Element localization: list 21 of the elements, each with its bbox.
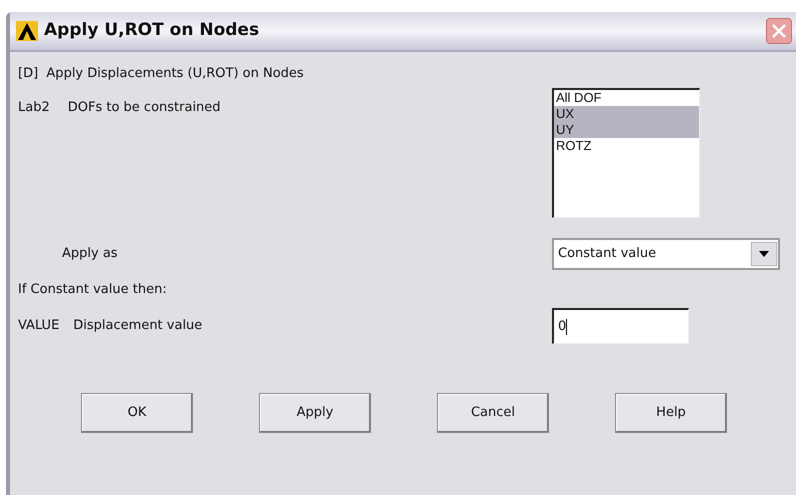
- value-input-field[interactable]: 0: [552, 308, 689, 344]
- close-icon: [771, 23, 787, 39]
- dof-listbox[interactable]: All DOF UX UY ROTZ: [552, 88, 700, 218]
- close-button[interactable]: [766, 18, 792, 44]
- field-code: VALUE: [18, 317, 60, 336]
- window-title: Apply U,ROT on Nodes: [44, 19, 260, 42]
- list-option[interactable]: UX: [554, 106, 699, 122]
- logo-icon: [16, 21, 38, 41]
- condition-note: If Constant value then:: [18, 281, 167, 300]
- apply-as-dropdown[interactable]: Constant value: [552, 238, 780, 270]
- dialog-button[interactable]: Help: [615, 393, 727, 433]
- field-code: Lab2: [18, 99, 50, 117]
- dialog-button[interactable]: Apply: [259, 393, 371, 433]
- field-label: Displacement value: [73, 317, 202, 336]
- dialog-button[interactable]: OK: [81, 393, 193, 433]
- field-label: DOFs to be constrained: [68, 99, 221, 117]
- dialog-button[interactable]: Cancel: [437, 393, 549, 433]
- field-label: Apply as: [62, 246, 118, 262]
- dialog-heading: [D] Apply Displacements (U,ROT) on Nodes: [18, 65, 304, 84]
- list-option[interactable]: UY: [554, 122, 699, 138]
- dropdown-arrow-icon: [751, 242, 777, 266]
